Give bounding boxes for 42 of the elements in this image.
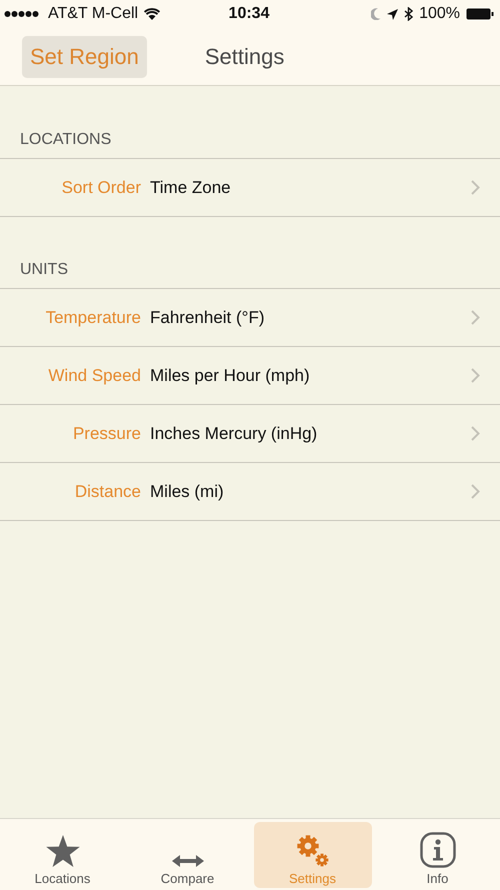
settings-row[interactable]: Sort Order Time Zone: [0, 159, 500, 216]
row-label: Pressure: [72, 424, 142, 444]
info-icon: [420, 832, 456, 868]
star-icon: [44, 834, 80, 868]
tab-item[interactable]: Info: [378, 822, 496, 888]
bluetooth-icon: [404, 7, 414, 21]
chevron-icon: [471, 484, 480, 499]
settings-row[interactable]: Pressure Inches Mercury (inHg): [0, 404, 500, 462]
moon-icon: [371, 8, 382, 20]
battery-percentage: 100%: [419, 5, 460, 23]
row-value: Inches Mercury (inHg): [150, 424, 318, 444]
location-arrow-icon: [387, 8, 398, 20]
nav-title: Settings: [204, 44, 284, 70]
tab-label: Locations: [34, 871, 90, 886]
row-value: Miles (mi): [150, 482, 225, 502]
tab-label: Settings: [289, 871, 336, 886]
tab-item[interactable]: Compare: [128, 822, 246, 888]
settings-row[interactable]: Temperature Fahrenheit (°F): [0, 289, 500, 346]
section-header: UNITS: [19, 261, 69, 280]
settings-row[interactable]: Wind Speed Miles per Hour (mph): [0, 346, 500, 404]
row-label: Sort Order: [60, 178, 142, 198]
gears-icon: [296, 834, 330, 868]
chevron-icon: [471, 180, 480, 195]
row-label: Distance: [74, 482, 142, 502]
clock-time: 10:34: [228, 5, 270, 23]
chevron-icon: [471, 310, 480, 325]
wifi-icon: [144, 8, 160, 20]
chevron-icon: [471, 426, 480, 441]
row-value: Fahrenheit (°F): [150, 308, 266, 328]
row-value: Time Zone: [150, 178, 232, 198]
chevron-icon: [471, 368, 480, 383]
tab-item[interactable]: Locations: [4, 822, 122, 888]
row-label: Temperature: [44, 308, 142, 328]
double-arrow-icon: [172, 854, 204, 868]
tab-label: Info: [426, 871, 448, 886]
battery-icon: [466, 8, 494, 20]
carrier-name: AT&T M-Cell: [48, 5, 138, 23]
row-value: Miles per Hour (mph): [150, 366, 311, 386]
settings-row[interactable]: Distance Miles (mi): [0, 462, 500, 520]
tab-label: Compare: [160, 871, 214, 886]
section-header: LOCATIONS: [19, 131, 112, 150]
row-label: Wind Speed: [47, 366, 142, 386]
